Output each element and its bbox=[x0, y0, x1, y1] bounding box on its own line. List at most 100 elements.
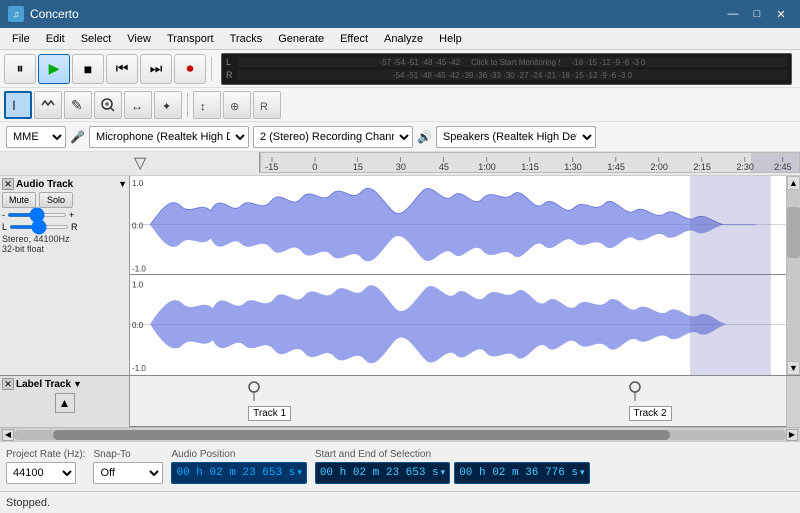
audio-position-value: 00 h 02 m 23 653 s bbox=[176, 467, 295, 479]
menu-view[interactable]: View bbox=[119, 28, 159, 49]
timeline-ruler: ▽ -15 0 15 30 45 1:00 1:15 1:30 1:45 2:0… bbox=[0, 152, 800, 176]
svg-text:0.0: 0.0 bbox=[132, 222, 144, 231]
draw-tool-button[interactable]: ✎ bbox=[64, 91, 92, 119]
time-mark: 30 bbox=[396, 157, 406, 172]
horizontal-scrollbar[interactable]: ◀ ▶ bbox=[0, 427, 800, 441]
fastfwd-button[interactable]: ⏭ bbox=[140, 54, 172, 84]
audio-track-close-button[interactable]: ✕ bbox=[2, 178, 14, 190]
extra-tool-3[interactable]: R bbox=[253, 91, 281, 119]
hscroll-right-button[interactable]: ▶ bbox=[786, 429, 798, 441]
svg-text:-1.0: -1.0 bbox=[132, 265, 146, 274]
zoom-tool-button[interactable] bbox=[94, 91, 122, 119]
svg-text:1.0: 1.0 bbox=[132, 280, 144, 289]
extra-tool-1[interactable]: ↕ bbox=[193, 91, 221, 119]
label-track-expand-icon[interactable]: ▼ bbox=[73, 379, 82, 389]
vertical-scrollbar[interactable]: ▲ ▼ bbox=[786, 176, 800, 375]
audio-track-waveform[interactable]: 1.0 0.0 -1.0 1.0 bbox=[130, 176, 786, 375]
microphone-select[interactable]: Microphone (Realtek High Defini bbox=[89, 126, 249, 148]
extra-tool-2[interactable]: ⊕ bbox=[223, 91, 251, 119]
time-mark: 45 bbox=[439, 157, 449, 172]
multi-tool-button[interactable]: ✦ bbox=[154, 91, 182, 119]
menu-edit[interactable]: Edit bbox=[38, 28, 73, 49]
channels-select[interactable]: 2 (Stereo) Recording Channels bbox=[253, 126, 413, 148]
time-mark: 2:15 bbox=[693, 157, 711, 172]
vu-R-label: R bbox=[226, 70, 236, 80]
menu-analyze[interactable]: Analyze bbox=[376, 28, 431, 49]
vu-meter[interactable]: L -57 -54 -51 -48 -45 -42 Click to Start… bbox=[221, 53, 792, 85]
selection-start-display[interactable]: 00 h 02 m 23 653 s ▾ bbox=[315, 462, 450, 484]
vu-click-text-L: -57 -54 -51 -48 -45 -42 Click to Start M… bbox=[380, 58, 646, 67]
menubar: File Edit Select View Transport Tracks G… bbox=[0, 28, 800, 50]
audio-position-display[interactable]: 00 h 02 m 23 653 s ▾ bbox=[171, 462, 306, 484]
project-rate-label: Project Rate (Hz): bbox=[6, 449, 85, 460]
label-track-close-button[interactable]: ✕ bbox=[2, 378, 14, 390]
scroll-up-button[interactable]: ▲ bbox=[787, 176, 800, 190]
hscroll-left-button[interactable]: ◀ bbox=[2, 429, 14, 441]
label-track-up-button[interactable]: ▲ bbox=[55, 393, 75, 413]
time-mark: 1:15 bbox=[521, 157, 539, 172]
tools-toolbar: I ✎ ↔ ✦ ↕ ⊕ R bbox=[0, 88, 800, 122]
selection-label: Start and End of Selection bbox=[315, 449, 590, 460]
app-icon: ♫ bbox=[8, 6, 24, 22]
selection-end-value: 00 h 02 m 36 776 s bbox=[459, 467, 578, 479]
timeshift-tool-button[interactable]: ↔ bbox=[124, 91, 152, 119]
menu-tracks[interactable]: Tracks bbox=[222, 28, 271, 49]
menu-transport[interactable]: Transport bbox=[159, 28, 222, 49]
label-track-name: Label Track bbox=[16, 379, 71, 390]
pan-slider[interactable] bbox=[9, 225, 69, 229]
svg-text:⊕: ⊕ bbox=[230, 101, 239, 113]
project-rate-select[interactable]: 44100 bbox=[6, 462, 76, 484]
svg-text:✦: ✦ bbox=[162, 101, 171, 113]
label-item-track1[interactable]: Track 1 bbox=[248, 381, 291, 421]
pause-button[interactable]: ⏸ bbox=[4, 54, 36, 84]
label-text-track2: Track 2 bbox=[629, 406, 672, 421]
vu-click-text-R: -54 -51 -48 -45 -42 -39 -36 -33 -30 -27 … bbox=[393, 71, 632, 80]
envelope-tool-button[interactable] bbox=[34, 91, 62, 119]
menu-select[interactable]: Select bbox=[73, 28, 120, 49]
transport-toolbar: ⏸ ▶ ■ ⏮ ⏭ ⏺ L -57 -54 -51 -48 -45 -42 Cl… bbox=[0, 50, 800, 88]
selection-tool-button[interactable]: I bbox=[4, 91, 32, 119]
time-mark: 1:30 bbox=[564, 157, 582, 172]
audio-position-dropdown-icon[interactable]: ▾ bbox=[297, 468, 302, 478]
stop-button[interactable]: ■ bbox=[72, 54, 104, 84]
menu-help[interactable]: Help bbox=[431, 28, 470, 49]
gain-plus-label: + bbox=[69, 210, 74, 220]
scroll-track[interactable] bbox=[787, 190, 800, 361]
audio-track-expand-icon[interactable]: ▼ bbox=[118, 179, 127, 189]
time-mark: 2:00 bbox=[650, 157, 668, 172]
play-button[interactable]: ▶ bbox=[38, 54, 70, 84]
device-toolbar: MME 🎤 Microphone (Realtek High Defini 2 … bbox=[0, 122, 800, 152]
menu-file[interactable]: File bbox=[4, 28, 38, 49]
tracks-container: ✕ Audio Track ▼ Mute Solo - + L bbox=[0, 176, 786, 375]
minimize-button[interactable]: — bbox=[722, 5, 744, 23]
solo-button[interactable]: Solo bbox=[39, 192, 73, 208]
selection-end-display[interactable]: 00 h 02 m 36 776 s ▾ bbox=[454, 462, 589, 484]
svg-text:-1.0: -1.0 bbox=[132, 364, 146, 373]
timeline-track[interactable]: -15 0 15 30 45 1:00 1:15 1:30 1:45 2:00 … bbox=[260, 152, 800, 173]
label-track-content[interactable]: Track 1 Track 2 bbox=[130, 376, 786, 427]
gain-slider[interactable] bbox=[7, 213, 67, 217]
label-item-track2[interactable]: Track 2 bbox=[629, 381, 672, 421]
record-button[interactable]: ⏺ bbox=[174, 54, 206, 84]
status-text: Stopped. bbox=[6, 497, 50, 509]
menu-generate[interactable]: Generate bbox=[270, 28, 332, 49]
hscroll-track[interactable] bbox=[14, 430, 786, 440]
maximize-button[interactable]: □ bbox=[746, 5, 768, 23]
mute-button[interactable]: Mute bbox=[2, 192, 36, 208]
host-select[interactable]: MME bbox=[6, 126, 66, 148]
audio-position-label: Audio Position bbox=[171, 449, 306, 460]
time-mark: -15 bbox=[265, 157, 278, 172]
menu-effect[interactable]: Effect bbox=[332, 28, 376, 49]
speaker-select[interactable]: Speakers (Realtek High Definiti bbox=[436, 126, 596, 148]
snap-to-select[interactable]: Off bbox=[93, 462, 163, 484]
time-mark: 0 bbox=[312, 157, 317, 172]
scroll-thumb[interactable] bbox=[787, 207, 800, 258]
svg-text:I: I bbox=[12, 97, 16, 113]
label-track-header: ✕ Label Track ▼ ▲ bbox=[0, 376, 130, 427]
close-button[interactable]: ✕ bbox=[770, 5, 792, 23]
rewind-button[interactable]: ⏮ bbox=[106, 54, 138, 84]
svg-text:0.0: 0.0 bbox=[132, 321, 144, 330]
hscroll-thumb[interactable] bbox=[53, 430, 671, 440]
scroll-down-button[interactable]: ▼ bbox=[787, 361, 800, 375]
time-mark: 15 bbox=[353, 157, 363, 172]
